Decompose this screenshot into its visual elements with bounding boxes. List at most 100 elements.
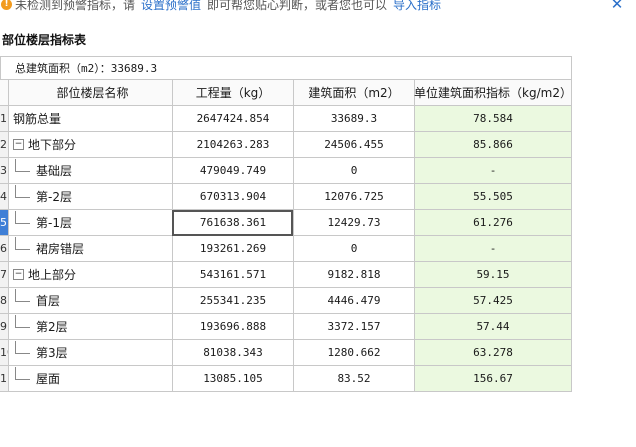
row-name-text: 地下部分	[28, 138, 77, 152]
row-name[interactable]: 第-1层	[8, 210, 172, 236]
row-number: 4	[0, 184, 8, 210]
row-name[interactable]: − 地上部分	[8, 262, 172, 288]
row-index[interactable]: -	[414, 158, 571, 184]
row-area[interactable]: 83.52	[293, 366, 414, 392]
row-number: 2	[0, 132, 8, 158]
row-name-text: 第-2层	[36, 190, 72, 204]
row-name-text: 第-1层	[36, 216, 72, 230]
row-number: 6	[0, 236, 8, 262]
row-area[interactable]: 1280.662	[293, 340, 414, 366]
row-number: 9	[0, 314, 8, 340]
row-area[interactable]: 33689.3	[293, 106, 414, 132]
row-name-text: 第2层	[36, 320, 68, 334]
row-qty[interactable]: 13085.105	[172, 366, 293, 392]
row-index[interactable]: 78.584	[414, 106, 571, 132]
row-qty[interactable]: 193261.269	[172, 236, 293, 262]
row-area[interactable]: 24506.455	[293, 132, 414, 158]
row-qty[interactable]: 2647424.854	[172, 106, 293, 132]
section-title: 部位楼层指标表	[2, 33, 87, 47]
row-area[interactable]: 12429.73	[293, 210, 414, 236]
row-qty[interactable]: 543161.571	[172, 262, 293, 288]
tree-connector	[15, 237, 30, 250]
row-number: 11	[0, 366, 8, 392]
row-name-text: 钢筋总量	[13, 112, 62, 126]
import-index-link[interactable]: 导入指标	[393, 0, 441, 13]
row-name-text: 裙房错层	[36, 242, 85, 256]
row-index[interactable]: 156.67	[414, 366, 571, 392]
collapse-icon[interactable]: −	[13, 269, 24, 280]
row-name[interactable]: − 地下部分	[8, 132, 172, 158]
row-area[interactable]: 0	[293, 158, 414, 184]
row-number: 8	[0, 288, 8, 314]
row-area[interactable]: 9182.818	[293, 262, 414, 288]
close-icon[interactable]: ✕	[609, 0, 625, 12]
table-row[interactable]: 7 − 地上部分 543161.571 9182.818 59.15	[0, 262, 571, 288]
table-row[interactable]: 9 第2层 193696.888 3372.157 57.44	[0, 314, 571, 340]
row-index[interactable]: 63.278	[414, 340, 571, 366]
table-row[interactable]: 2 − 地下部分 2104263.283 24506.455 85.866	[0, 132, 571, 158]
notice-text-1: 未检测到预警指标，请	[15, 0, 136, 12]
row-name-text: 基础层	[36, 164, 73, 178]
table-row[interactable]: 6 裙房错层 193261.269 0 -	[0, 236, 571, 262]
table-header: 部位楼层名称 工程量（kg） 建筑面积（m2） 单位建筑面积指标（kg/m2）	[0, 80, 572, 106]
header-index[interactable]: 单位建筑面积指标（kg/m2）	[414, 80, 572, 106]
row-qty[interactable]: 81038.343	[172, 340, 293, 366]
row-name-text: 首层	[36, 294, 61, 308]
row-number: 10	[0, 340, 8, 366]
row-name[interactable]: 裙房错层	[8, 236, 172, 262]
tree-connector	[15, 159, 30, 172]
row-name[interactable]: 屋面	[8, 366, 172, 392]
table-row[interactable]: 3 基础层 479049.749 0 -	[0, 158, 571, 184]
row-number: 7	[0, 262, 8, 288]
row-qty[interactable]: 670313.904	[172, 184, 293, 210]
row-index[interactable]: 85.866	[414, 132, 571, 158]
row-name[interactable]: 钢筋总量	[8, 106, 172, 132]
table-row[interactable]: 8 首层 255341.235 4446.479 57.425	[0, 288, 571, 314]
row-index[interactable]: 55.505	[414, 184, 571, 210]
notice-bar: ! 未检测到预警指标，请 设置预警值 即可帮您贴心判断，或者您也可以 导入指标	[0, 0, 636, 14]
header-name[interactable]: 部位楼层名称	[8, 80, 172, 106]
table-row[interactable]: 4 第-2层 670313.904 12076.725 55.505	[0, 184, 571, 210]
row-index[interactable]: -	[414, 236, 571, 262]
row-index[interactable]: 61.276	[414, 210, 571, 236]
row-number: 3	[0, 158, 8, 184]
row-name-text: 第3层	[36, 346, 68, 360]
table-row[interactable]: 10 第3层 81038.343 1280.662 63.278	[0, 340, 571, 366]
row-index[interactable]: 57.44	[414, 314, 571, 340]
tree-connector	[15, 367, 30, 380]
row-number-header	[0, 80, 8, 106]
row-number: 5	[0, 210, 8, 236]
row-qty[interactable]: 479049.749	[172, 158, 293, 184]
row-name-text: 屋面	[36, 372, 61, 386]
row-qty-selected[interactable]: 761638.361	[172, 210, 293, 236]
total-area-row: 总建筑面积（m2）：33689.3	[0, 57, 571, 80]
table-row[interactable]: 11 屋面 13085.105 83.52 156.67	[0, 366, 571, 392]
row-index[interactable]: 59.15	[414, 262, 571, 288]
set-warning-link[interactable]: 设置预警值	[141, 0, 201, 13]
row-name[interactable]: 第2层	[8, 314, 172, 340]
notice-text-2: 即可帮您贴心判断，或者您也可以	[207, 0, 388, 12]
row-name[interactable]: 第3层	[8, 340, 172, 366]
warning-icon: !	[1, 0, 12, 10]
collapse-icon[interactable]: −	[13, 139, 24, 150]
row-area[interactable]: 4446.479	[293, 288, 414, 314]
row-area[interactable]: 0	[293, 236, 414, 262]
header-area[interactable]: 建筑面积（m2）	[293, 80, 414, 106]
row-number: 1	[0, 106, 8, 132]
tree-connector	[15, 315, 30, 328]
header-qty[interactable]: 工程量（kg）	[172, 80, 293, 106]
row-qty[interactable]: 193696.888	[172, 314, 293, 340]
row-name[interactable]: 第-2层	[8, 184, 172, 210]
row-index[interactable]: 57.425	[414, 288, 571, 314]
row-qty[interactable]: 2104263.283	[172, 132, 293, 158]
row-name-text: 地上部分	[28, 268, 77, 282]
row-name[interactable]: 首层	[8, 288, 172, 314]
table-row[interactable]: 5 第-1层 761638.361 12429.73 61.276	[0, 210, 571, 236]
row-qty[interactable]: 255341.235	[172, 288, 293, 314]
row-name[interactable]: 基础层	[8, 158, 172, 184]
tree-connector	[15, 341, 30, 354]
table-row[interactable]: 1 钢筋总量 2647424.854 33689.3 78.584	[0, 106, 571, 132]
row-area[interactable]: 12076.725	[293, 184, 414, 210]
row-area[interactable]: 3372.157	[293, 314, 414, 340]
total-area-text: 总建筑面积（m2）：33689.3	[15, 62, 158, 75]
